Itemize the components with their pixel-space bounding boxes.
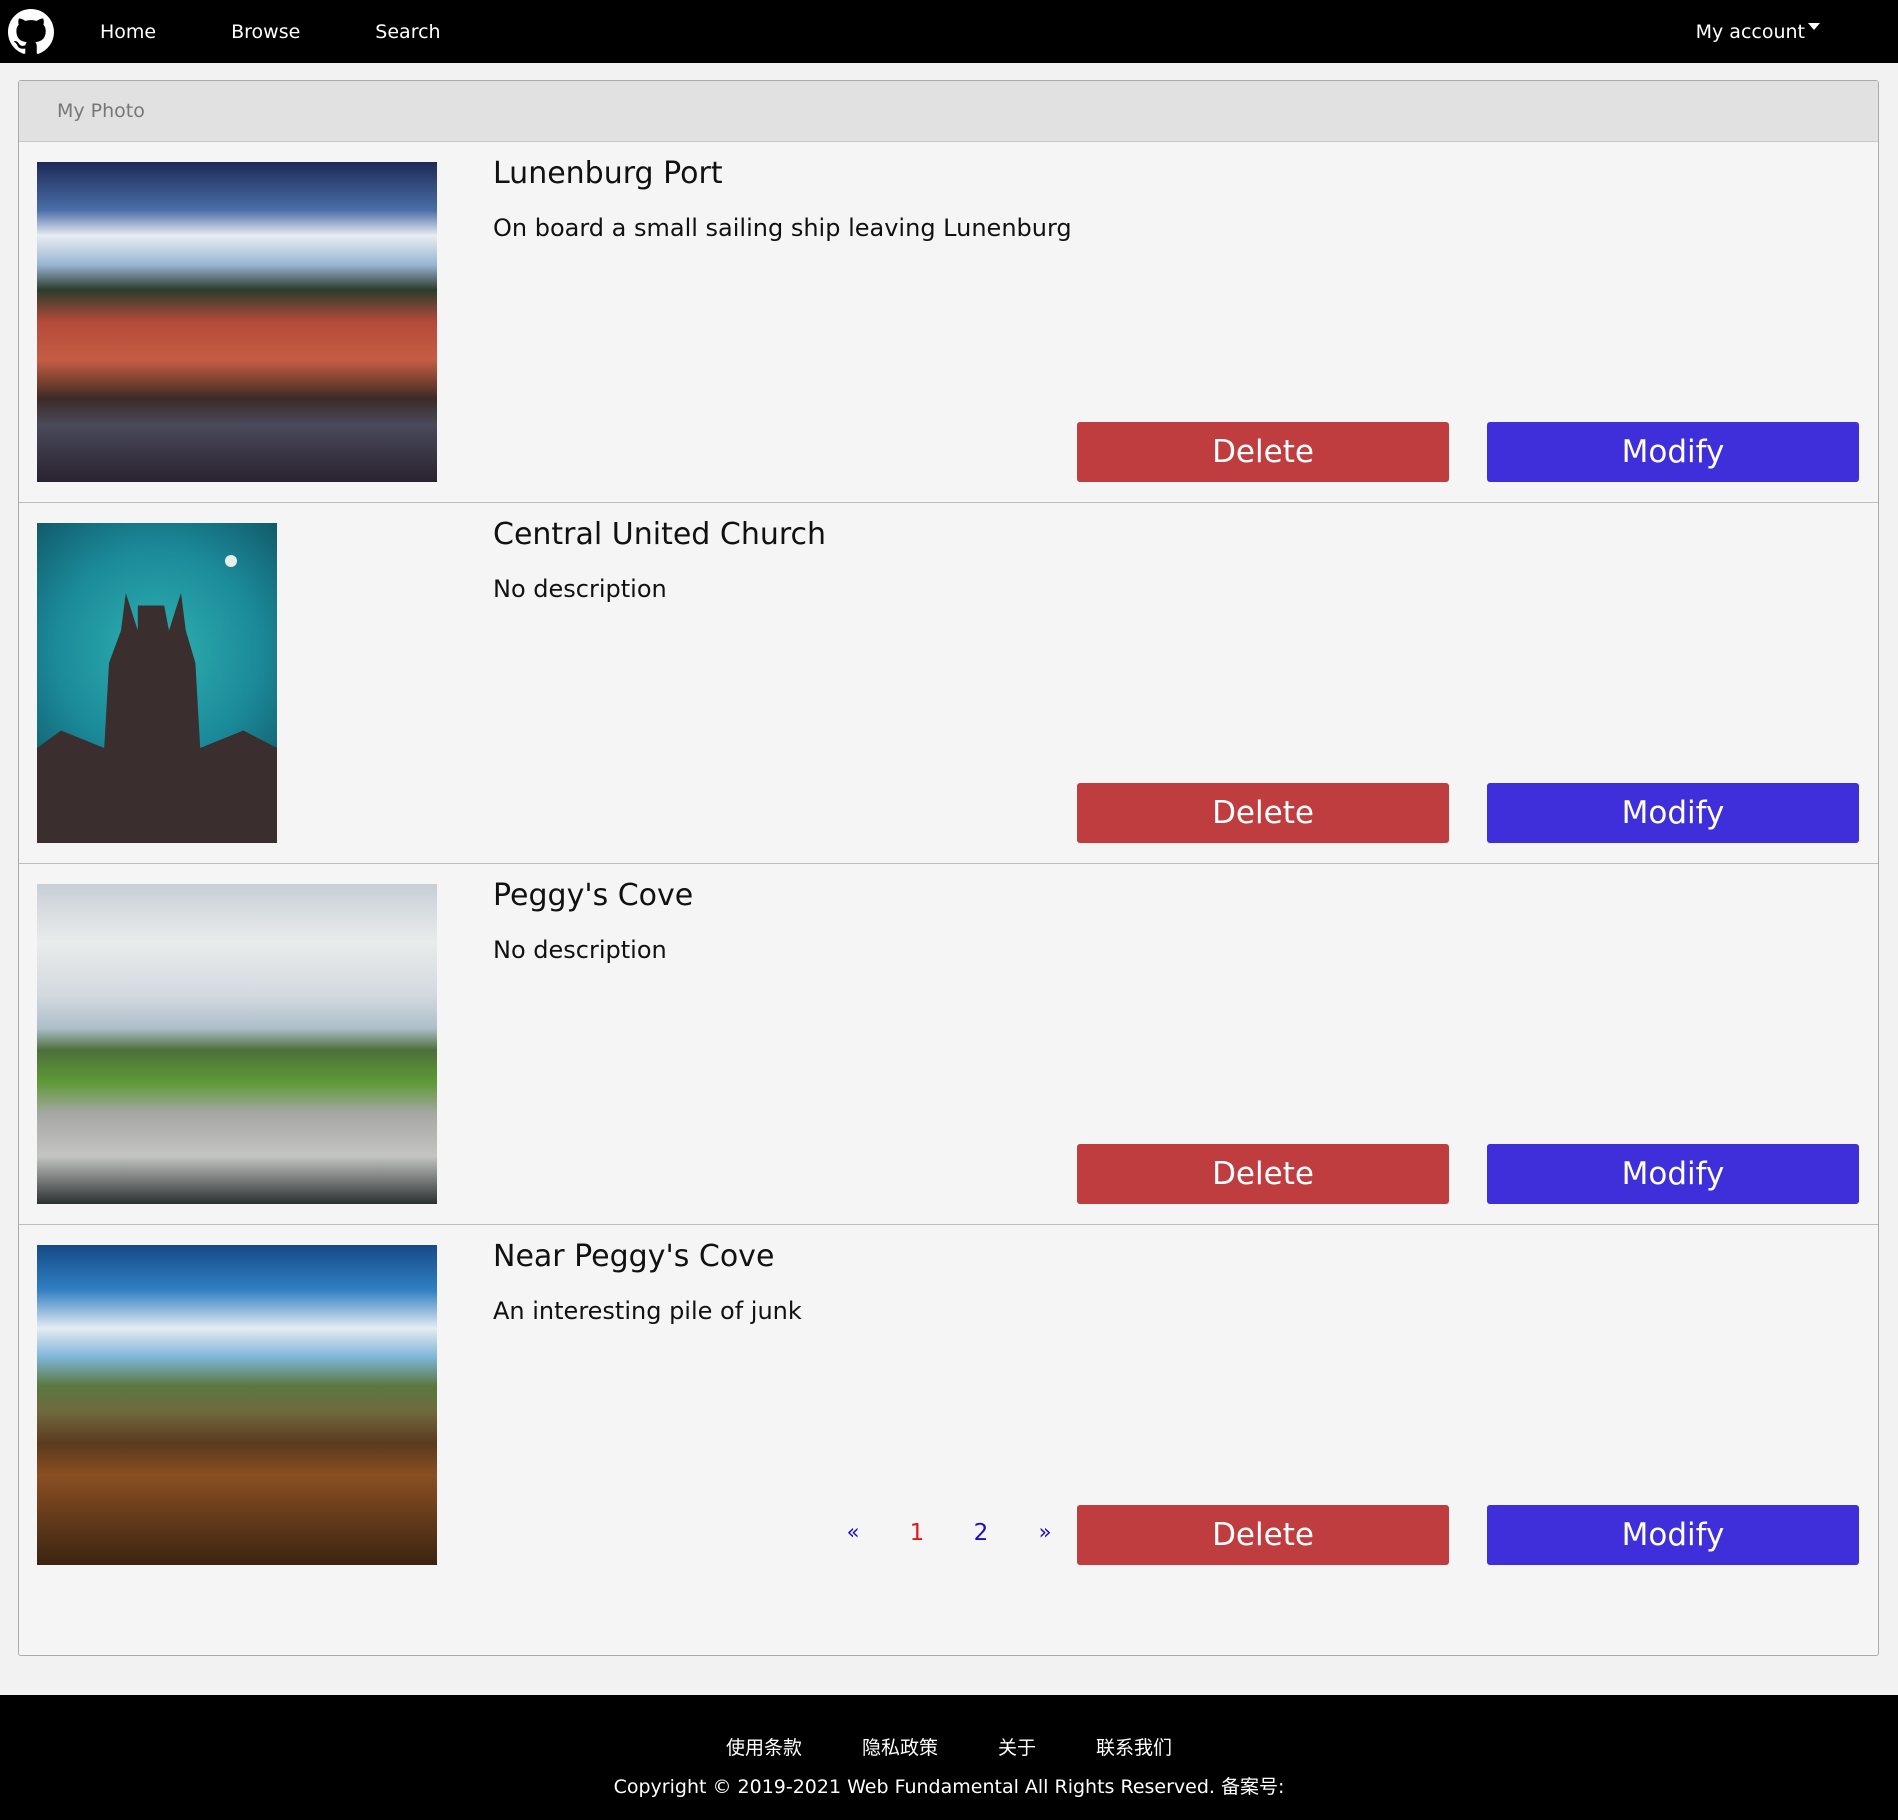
copyright-text: Copyright © 2019-2021 Web Fundamental Al… [613, 1776, 1285, 1798]
delete-button[interactable]: Delete [1077, 1144, 1449, 1204]
footer-about-link[interactable]: 关于 [998, 1733, 1036, 1760]
modify-button[interactable]: Modify [1487, 783, 1859, 843]
photo-row: Peggy's Cove No description Delete Modif… [19, 864, 1878, 1225]
my-photo-panel: My Photo Lunenburg Port On board a small… [18, 80, 1879, 1656]
footer-links: 使用条款 隐私政策 关于 联系我们 [0, 1733, 1898, 1760]
photo-description: An interesting pile of junk [493, 1297, 802, 1325]
photo-row: Central United Church No description Del… [19, 503, 1878, 864]
footer-terms-link[interactable]: 使用条款 [726, 1733, 802, 1760]
page-link-1[interactable]: 1 [885, 1520, 949, 1546]
pagination: « 1 2 » [0, 1520, 1898, 1546]
photo-description: No description [493, 575, 667, 603]
moon-graphic [225, 555, 237, 567]
page-link-2[interactable]: 2 [949, 1520, 1013, 1546]
photo-description: No description [493, 936, 667, 964]
panel-heading: My Photo [19, 81, 1878, 142]
photo-row: Lunenburg Port On board a small sailing … [19, 142, 1878, 503]
my-account-dropdown[interactable]: My account [1696, 0, 1820, 63]
modify-button[interactable]: Modify [1487, 1144, 1859, 1204]
photo-description: On board a small sailing ship leaving Lu… [493, 214, 1072, 242]
footer-privacy-link[interactable]: 隐私政策 [862, 1733, 938, 1760]
delete-button[interactable]: Delete [1077, 422, 1449, 482]
photo-title: Peggy's Cove [493, 878, 694, 913]
footer-contact-link[interactable]: 联系我们 [1096, 1733, 1172, 1760]
photo-thumbnail[interactable] [37, 162, 437, 482]
page-footer: 使用条款 隐私政策 关于 联系我们 Copyright © 2019-2021 … [0, 1695, 1898, 1820]
photo-title: Near Peggy's Cove [493, 1239, 775, 1274]
nav-home-link[interactable]: Home [100, 21, 156, 43]
church-graphic [37, 593, 277, 843]
photo-title: Lunenburg Port [493, 156, 723, 191]
photo-thumbnail[interactable] [37, 523, 277, 843]
prev-page-link[interactable]: « [821, 1520, 885, 1546]
photo-thumbnail[interactable] [37, 884, 437, 1204]
caret-down-icon [1808, 23, 1820, 30]
modify-button[interactable]: Modify [1487, 422, 1859, 482]
photo-thumbnail[interactable] [37, 1245, 437, 1565]
nav-search-link[interactable]: Search [375, 21, 440, 43]
top-navbar: Home Browse Search My account [0, 0, 1898, 63]
delete-button[interactable]: Delete [1077, 783, 1449, 843]
my-account-label: My account [1695, 20, 1805, 43]
photo-title: Central United Church [493, 517, 827, 552]
nav-browse-link[interactable]: Browse [231, 21, 300, 43]
github-icon[interactable] [8, 8, 54, 55]
next-page-link[interactable]: » [1013, 1520, 1077, 1546]
